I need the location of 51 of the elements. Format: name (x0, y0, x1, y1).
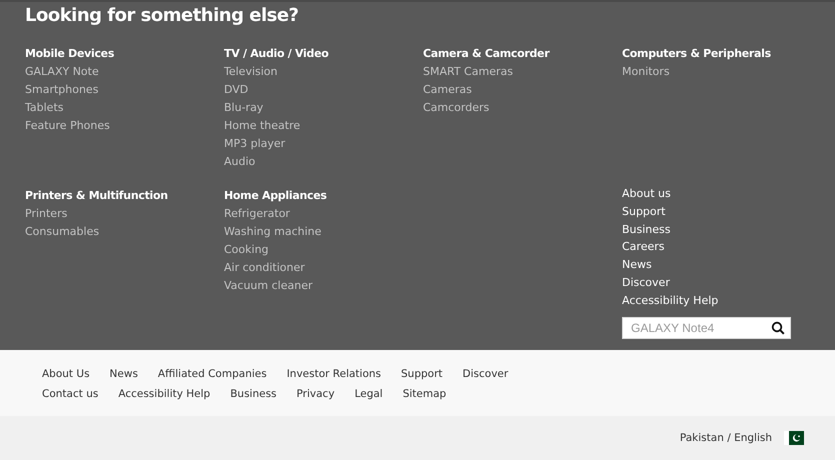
category-link[interactable]: Smartphones (25, 81, 98, 99)
category-link[interactable]: Cameras (423, 81, 472, 99)
category-link[interactable]: Printers (25, 205, 68, 223)
company-link[interactable]: Support (622, 202, 666, 221)
category-heading[interactable]: Printers & Multifunction (25, 187, 168, 205)
category-heading[interactable]: Mobile Devices (25, 45, 114, 63)
category-heading[interactable]: Home Appliances (224, 187, 327, 205)
category-link[interactable]: GALAXY Note (25, 63, 99, 81)
company-link[interactable]: About us (622, 185, 671, 203)
footer-link[interactable]: Business (230, 384, 277, 404)
company-link[interactable]: Careers (622, 238, 664, 256)
company-link[interactable]: Accessibility Help (622, 292, 718, 310)
category-link[interactable]: Consumables (25, 223, 100, 241)
footer-link[interactable]: Affiliated Companies (158, 364, 267, 384)
category-link[interactable]: Camcorders (423, 99, 490, 117)
search-field[interactable]: GALAXY Note4 (622, 316, 791, 339)
locale-link[interactable]: Pakistan / English (680, 432, 772, 444)
category-link[interactable]: Tablets (25, 99, 64, 117)
category-link[interactable]: SMART Cameras (423, 63, 513, 81)
footer-link[interactable]: Investor Relations (286, 364, 382, 384)
footer-link[interactable]: Accessibility Help (118, 384, 210, 404)
search-icon[interactable] (771, 320, 785, 335)
category-link[interactable]: MP3 player (224, 135, 286, 153)
category-link[interactable]: Blu-ray (224, 99, 264, 117)
category-link[interactable]: Monitors (622, 63, 670, 81)
footer-link[interactable]: Legal (354, 384, 383, 404)
category-heading[interactable]: Computers & Peripherals (622, 45, 771, 63)
company-link[interactable]: News (622, 256, 652, 274)
footer-link[interactable]: Sitemap (402, 384, 446, 404)
footer-link[interactable]: Support (401, 364, 443, 384)
category-heading[interactable]: Camera & Camcorder (423, 45, 550, 63)
company-link[interactable]: Business (622, 220, 671, 238)
footer-link[interactable]: About Us (42, 364, 90, 384)
category-link[interactable]: Cooking (224, 241, 269, 259)
category-link[interactable]: Audio (224, 153, 256, 171)
category-link[interactable]: Refrigerator (224, 205, 290, 223)
footer-link[interactable]: Privacy (296, 384, 335, 404)
category-link[interactable]: Vacuum cleaner (224, 277, 312, 295)
category-link[interactable]: Air conditioner (224, 259, 305, 277)
category-link[interactable]: Home theatre (224, 117, 300, 135)
section-heading: Looking for something else? (25, 5, 300, 27)
footer-link[interactable]: News (110, 364, 138, 384)
flag-icon[interactable] (784, 431, 804, 445)
company-link[interactable]: Discover (622, 274, 670, 292)
category-link[interactable]: Washing machine (224, 223, 322, 241)
category-link[interactable]: DVD (224, 81, 248, 99)
category-link[interactable]: Feature Phones (25, 117, 110, 135)
category-link[interactable]: Television (224, 63, 278, 81)
category-heading[interactable]: TV / Audio / Video (224, 45, 328, 63)
footer-link[interactable]: Contact us (42, 384, 98, 404)
footer-link[interactable]: Discover (462, 364, 508, 384)
